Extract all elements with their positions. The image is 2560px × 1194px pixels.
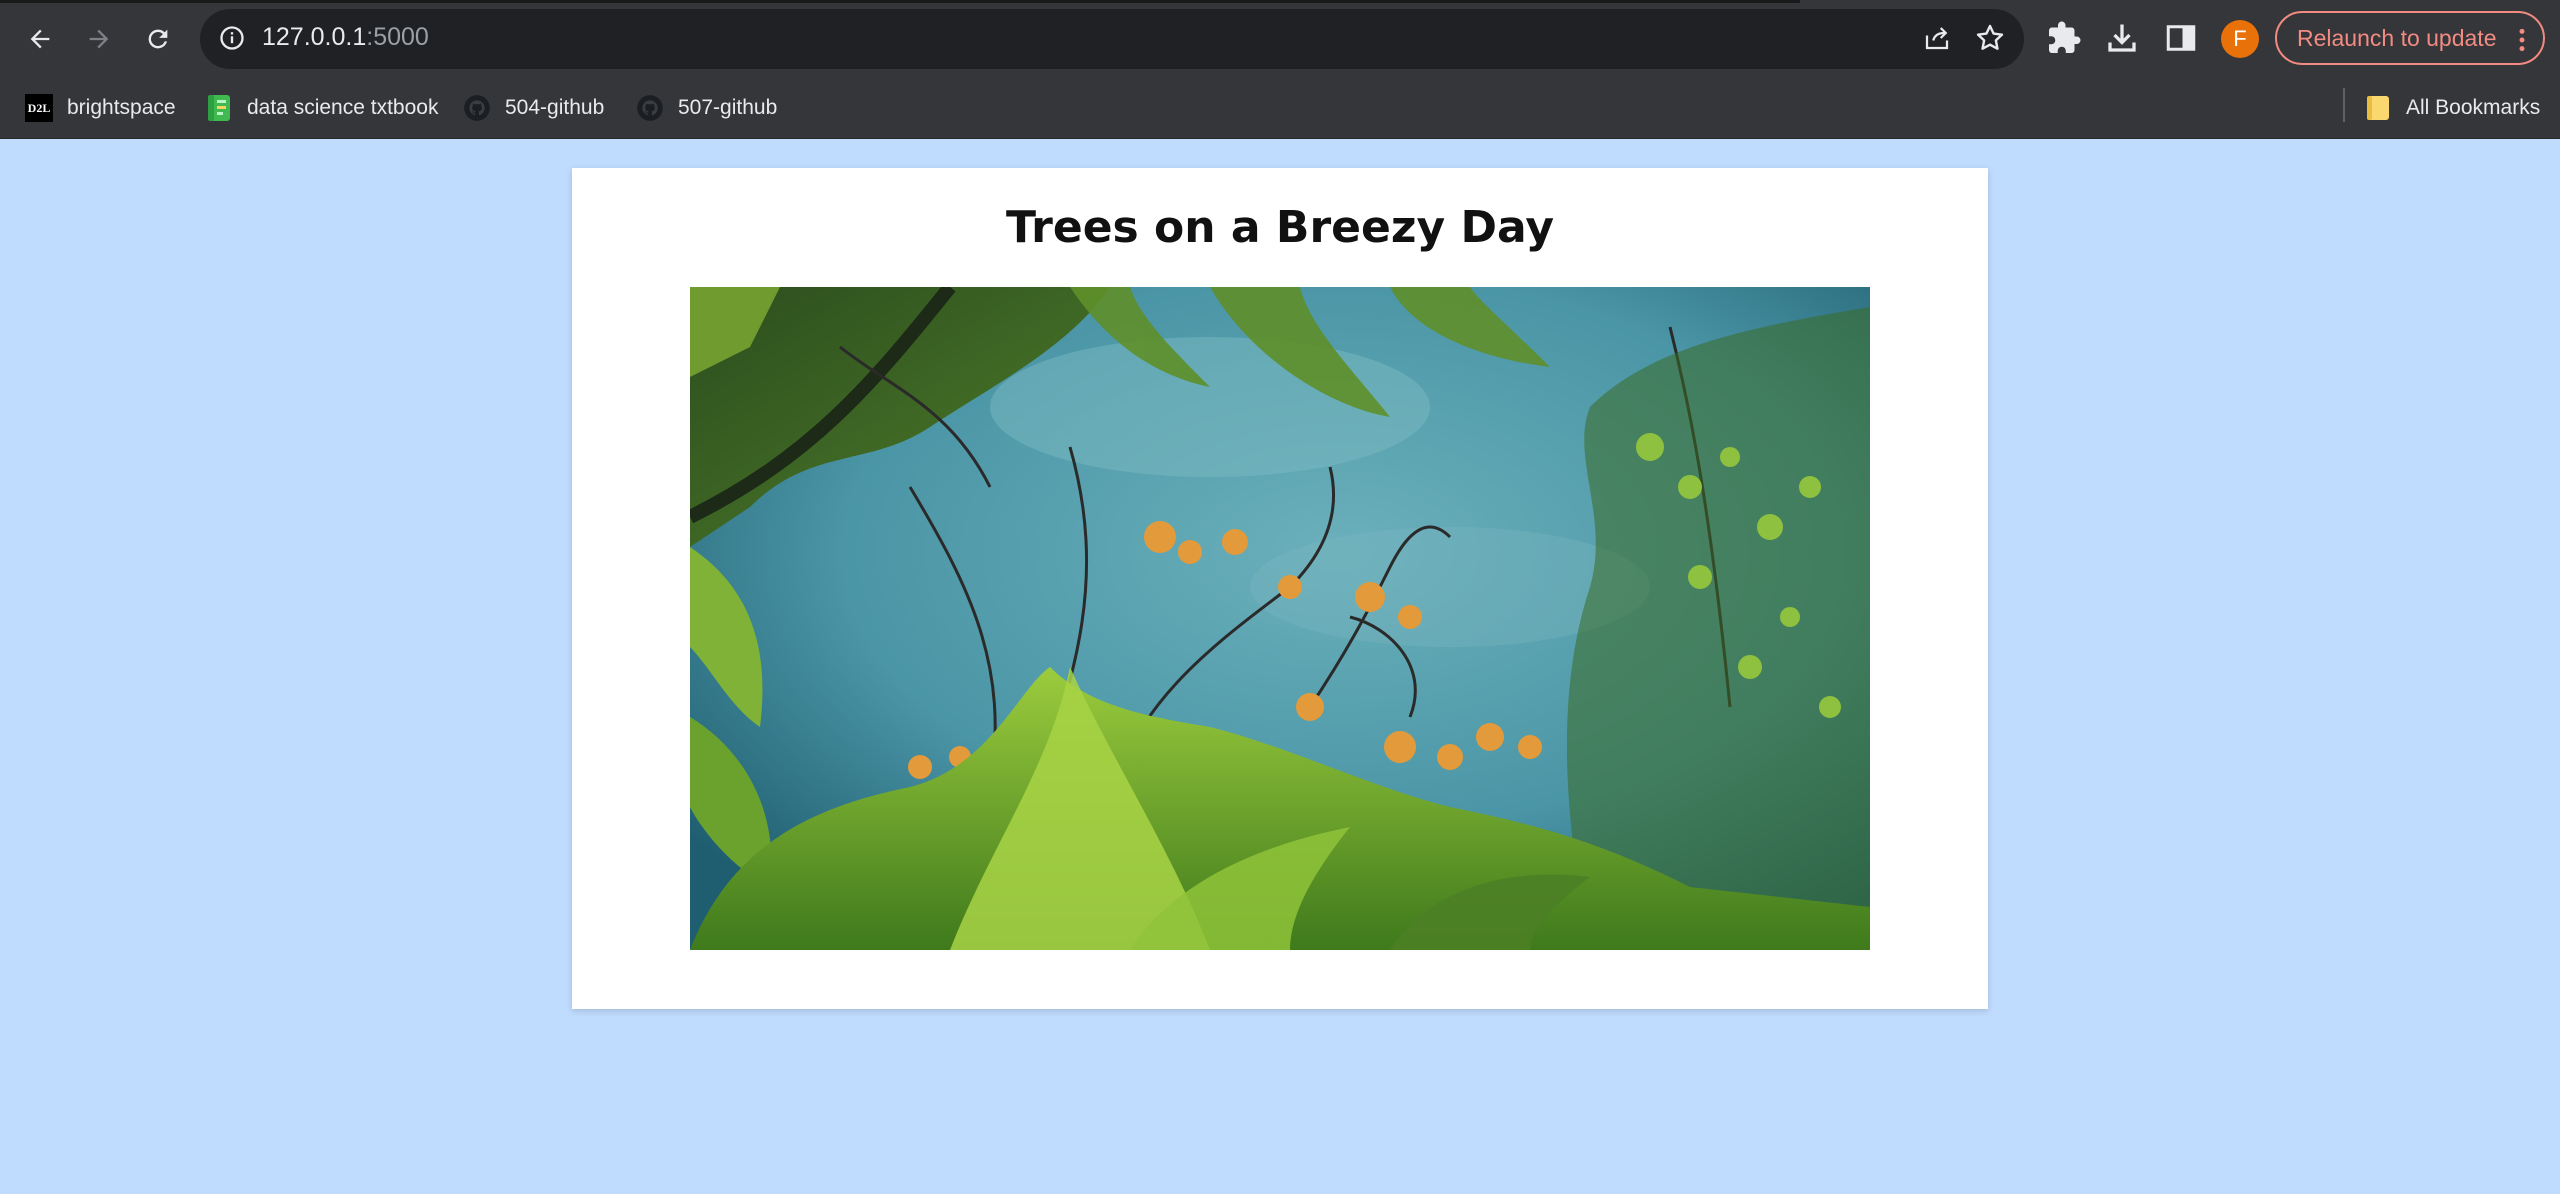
browser-toolbar: 127.0.0.1:5000 F Relaunch to update <box>0 0 2560 78</box>
back-button[interactable] <box>21 20 59 58</box>
github-icon <box>637 95 663 121</box>
github-icon <box>464 95 490 121</box>
bookmark-507-github[interactable]: 507-github <box>636 88 777 128</box>
url-text[interactable]: 127.0.0.1:5000 <box>262 23 429 52</box>
all-bookmarks-label: All Bookmarks <box>2406 96 2541 119</box>
forward-arrow-icon <box>89 29 109 49</box>
bookmark-data-science-txtbook[interactable]: data science txtbook <box>205 88 438 128</box>
d2l-icon: D2L <box>25 94 53 122</box>
relaunch-to-update-button[interactable]: Relaunch to update <box>2275 11 2545 65</box>
bookmark-label: brightspace <box>67 96 176 119</box>
bookmark-504-github[interactable]: 504-github <box>463 88 604 128</box>
tree-photo-illustration <box>690 287 1870 950</box>
reload-button[interactable] <box>139 20 177 58</box>
bookmarks-divider <box>2343 88 2345 122</box>
reload-icon <box>148 29 168 49</box>
bookmark-label: 504-github <box>505 96 605 119</box>
bookmark-brightspace[interactable]: D2L brightspace <box>25 88 176 128</box>
bookmark-label: 507-github <box>678 96 778 119</box>
forward-button[interactable] <box>80 20 118 58</box>
book-icon <box>208 95 230 121</box>
download-icon[interactable] <box>2104 20 2140 56</box>
more-menu-icon[interactable] <box>2517 27 2527 53</box>
back-arrow-icon <box>30 29 50 49</box>
extensions-icon[interactable] <box>2046 20 2082 56</box>
relaunch-label: Relaunch to update <box>2297 24 2497 51</box>
url-host: 127.0.0.1 <box>262 23 367 51</box>
bookmark-label: data science txtbook <box>247 96 439 119</box>
bookmark-star-icon[interactable] <box>1974 22 2006 54</box>
address-bar[interactable]: 127.0.0.1:5000 <box>200 9 2024 69</box>
loading-bar <box>0 0 1800 3</box>
page-title: Trees on a Breezy Day <box>1005 202 1555 253</box>
site-info-icon[interactable] <box>218 24 246 52</box>
tree-photo <box>690 287 1870 950</box>
profile-avatar[interactable]: F <box>2221 20 2259 58</box>
all-bookmarks-button[interactable]: All Bookmarks <box>2364 88 2540 128</box>
content-card: Trees on a Breezy Day <box>572 168 1988 1009</box>
bookmarks-bar: D2L brightspace data science txtbook 504… <box>0 78 2560 139</box>
url-port: :5000 <box>366 23 429 51</box>
folder-icon <box>2367 96 2389 120</box>
side-panel-icon[interactable] <box>2163 20 2199 56</box>
share-icon[interactable] <box>1922 23 1952 53</box>
profile-initial: F <box>2233 26 2247 51</box>
